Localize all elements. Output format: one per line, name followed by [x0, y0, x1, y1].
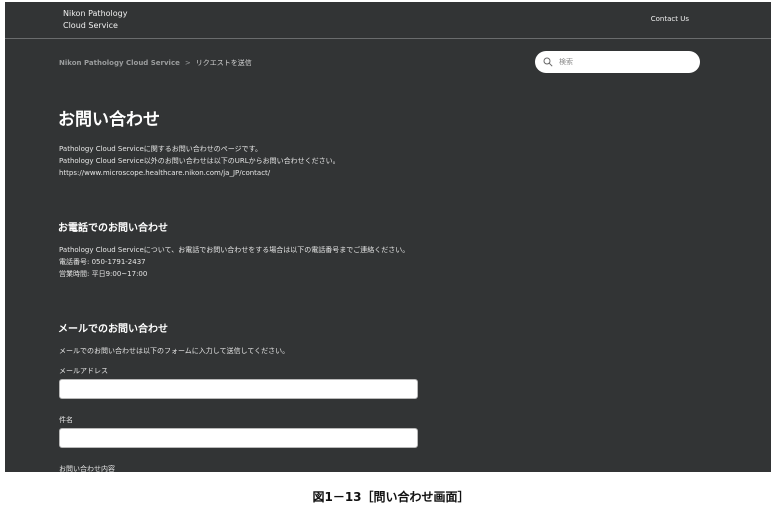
page-title: お問い合わせ: [58, 110, 160, 130]
brand-logo[interactable]: Nikon Pathology Cloud Service: [63, 8, 127, 32]
subject-field[interactable]: [59, 428, 418, 448]
breadcrumb-current: リクエストを送信: [195, 59, 252, 67]
email-label: メールアドレス: [59, 367, 108, 375]
search-box[interactable]: [535, 51, 700, 73]
mail-section-heading: メールでのお問い合わせ: [58, 324, 168, 335]
phone-number: 電話番号: 050-1791-2437: [59, 258, 146, 266]
brand-line-1: Nikon Pathology: [63, 9, 128, 18]
phone-section-heading: お電話でのお問い合わせ: [58, 223, 168, 234]
intro-text: Pathology Cloud Serviceに関するお問い合わせのページです。…: [59, 143, 340, 179]
figure-caption: 図1－13［問い合わせ画面］: [312, 490, 470, 504]
business-hours: 営業時間: 平日9:00~17:00: [59, 270, 148, 278]
contact-us-link[interactable]: Contact Us: [651, 15, 689, 23]
top-navigation-bar: Nikon Pathology Cloud Service Contact Us: [5, 2, 771, 39]
mail-description: メールでのお問い合わせは以下のフォームに入力して送信してください。: [59, 347, 290, 355]
breadcrumb: Nikon Pathology Cloud Service > リクエストを送信: [59, 58, 252, 68]
app-screen: Nikon Pathology Cloud Service Contact Us…: [5, 2, 771, 472]
intro-url[interactable]: https://www.microscope.healthcare.nikon.…: [59, 167, 340, 179]
breadcrumb-home-link[interactable]: Nikon Pathology Cloud Service: [59, 59, 180, 67]
breadcrumb-separator: >: [184, 59, 191, 67]
inquiry-body-label: お問い合わせ内容: [59, 465, 115, 472]
subject-label: 件名: [59, 416, 73, 424]
search-input[interactable]: [557, 57, 691, 67]
intro-line-2: Pathology Cloud Service以外のお問い合わせは以下のURLか…: [59, 157, 340, 165]
brand-line-2: Cloud Service: [63, 21, 118, 30]
search-icon: [543, 57, 553, 67]
phone-section-text: Pathology Cloud Serviceについて、お電話でお問い合わせをす…: [59, 244, 409, 280]
phone-line-1: Pathology Cloud Serviceについて、お電話でお問い合わせをす…: [59, 246, 410, 254]
email-field[interactable]: [59, 379, 418, 399]
intro-line-1: Pathology Cloud Serviceに関するお問い合わせのページです。: [59, 145, 262, 153]
